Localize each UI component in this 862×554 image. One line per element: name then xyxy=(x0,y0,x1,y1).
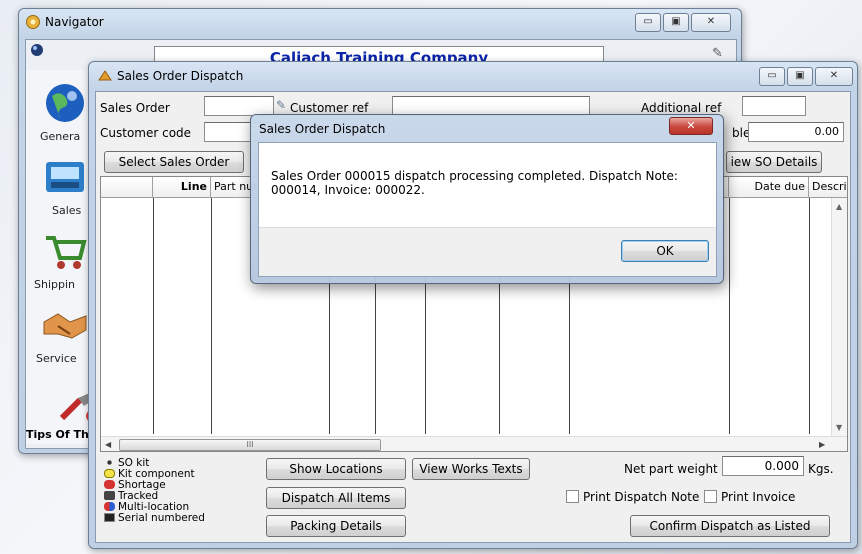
additional-ref-label: Additional ref xyxy=(641,101,722,115)
customer-ref-field[interactable] xyxy=(392,96,590,116)
sidebar-item-label: Sales xyxy=(52,204,82,217)
select-sales-order-button[interactable]: Select Sales Order xyxy=(104,151,244,173)
multi-location-icon xyxy=(104,502,115,511)
dispatch-all-items-button[interactable]: Dispatch All Items xyxy=(266,487,406,509)
legend-serial-numbered: Serial numbered xyxy=(104,513,205,524)
sod-title: Sales Order Dispatch xyxy=(117,69,244,83)
print-dispatch-note-label[interactable]: Print Dispatch Note xyxy=(583,490,699,504)
sidebar-item-label: Shippin xyxy=(34,278,76,291)
cash-register-icon xyxy=(46,162,84,192)
globe-icon xyxy=(46,84,84,122)
additional-ref-field[interactable] xyxy=(742,96,806,116)
net-part-weight-value: 0.000 xyxy=(764,459,799,473)
total-value: 0.00 xyxy=(814,125,840,138)
dialog-close-button[interactable]: ✕ xyxy=(669,117,713,135)
confirm-dispatch-button[interactable]: Confirm Dispatch as Listed xyxy=(630,515,830,537)
sod-close-button[interactable]: ✕ xyxy=(815,67,853,86)
scroll-right-arrow-icon[interactable]: ▶ xyxy=(819,440,825,449)
view-so-details-button[interactable]: iew SO Details xyxy=(726,151,822,173)
grid-header-date-due[interactable]: Date due xyxy=(729,177,809,198)
sales-order-field[interactable] xyxy=(204,96,274,116)
dialog-body: Sales Order 000015 dispatch processing c… xyxy=(258,142,717,277)
paperclip-icon[interactable]: ✎ xyxy=(276,98,286,112)
print-invoice-label[interactable]: Print Invoice xyxy=(721,490,795,504)
kit-component-icon xyxy=(104,469,115,478)
tracked-icon xyxy=(104,491,115,500)
horizontal-scroll-thumb[interactable]: III xyxy=(119,439,381,451)
show-locations-button[interactable]: Show Locations xyxy=(266,458,406,480)
dispatch-app-icon xyxy=(98,70,112,81)
scroll-left-arrow-icon[interactable]: ◀ xyxy=(105,440,111,449)
shortage-icon xyxy=(104,480,115,489)
navigator-app-icon xyxy=(26,15,40,29)
sidebar-item-label: Service xyxy=(36,352,77,365)
navigator-title: Navigator xyxy=(45,15,104,29)
sales-order-label: Sales Order xyxy=(100,101,170,115)
packing-details-button[interactable]: Packing Details xyxy=(266,515,406,537)
dialog-ok-button[interactable]: OK xyxy=(621,240,709,262)
net-part-weight-field: 0.000 xyxy=(722,456,804,476)
grid-header-line[interactable]: Line xyxy=(153,177,211,198)
grid-col-divider xyxy=(153,198,154,434)
sod-minimize-button[interactable]: ▭ xyxy=(759,67,785,86)
legend: SO kit Kit component Shortage Tracked Mu… xyxy=(104,458,254,534)
net-part-weight-unit: Kgs. xyxy=(808,462,834,476)
customer-ref-label: Customer ref xyxy=(290,101,369,115)
dispatch-complete-dialog: Sales Order Dispatch ✕ Sales Order 00001… xyxy=(250,114,724,284)
grid-col-divider xyxy=(809,198,810,434)
shopping-cart-icon xyxy=(46,236,87,269)
navigator-globe-icon xyxy=(31,44,43,56)
horizontal-scrollbar[interactable]: ◀ III ▶ xyxy=(101,436,847,451)
sod-maximize-button[interactable]: ▣ xyxy=(787,67,813,86)
print-dispatch-note-checkbox[interactable] xyxy=(566,490,579,503)
dialog-message: Sales Order 000015 dispatch processing c… xyxy=(271,169,678,197)
customer-code-label: Customer code xyxy=(100,126,192,140)
sidebar-item-label: Genera xyxy=(40,130,81,143)
navigator-maximize-button[interactable]: ▣ xyxy=(663,13,689,32)
vertical-scrollbar[interactable]: ▲ ▼ xyxy=(831,198,847,436)
dialog-footer: OK xyxy=(259,227,716,276)
grid-col-divider xyxy=(729,198,730,434)
navigator-close-button[interactable]: ✕ xyxy=(691,13,731,32)
handshake-icon xyxy=(43,313,87,339)
scroll-up-arrow-icon[interactable]: ▲ xyxy=(836,202,842,211)
grid-header-blank xyxy=(101,177,153,198)
view-works-texts-button[interactable]: View Works Texts xyxy=(412,458,530,480)
pen-icon[interactable]: ✎ xyxy=(712,46,723,61)
print-invoice-checkbox[interactable] xyxy=(704,490,717,503)
tips-of-the-day[interactable]: Tips Of Th xyxy=(26,428,89,441)
scroll-grip: III xyxy=(246,440,254,449)
total-value-field: 0.00 xyxy=(748,122,844,142)
net-part-weight-label: Net part weight xyxy=(624,462,718,476)
scroll-down-arrow-icon[interactable]: ▼ xyxy=(836,423,842,432)
serial-numbered-icon xyxy=(104,513,115,522)
grid-header-description[interactable]: Descrip xyxy=(809,177,847,198)
dialog-title: Sales Order Dispatch xyxy=(259,122,386,136)
grid-col-divider xyxy=(211,198,212,434)
navigator-minimize-button[interactable]: ▭ xyxy=(635,13,661,32)
so-kit-icon xyxy=(104,458,115,467)
